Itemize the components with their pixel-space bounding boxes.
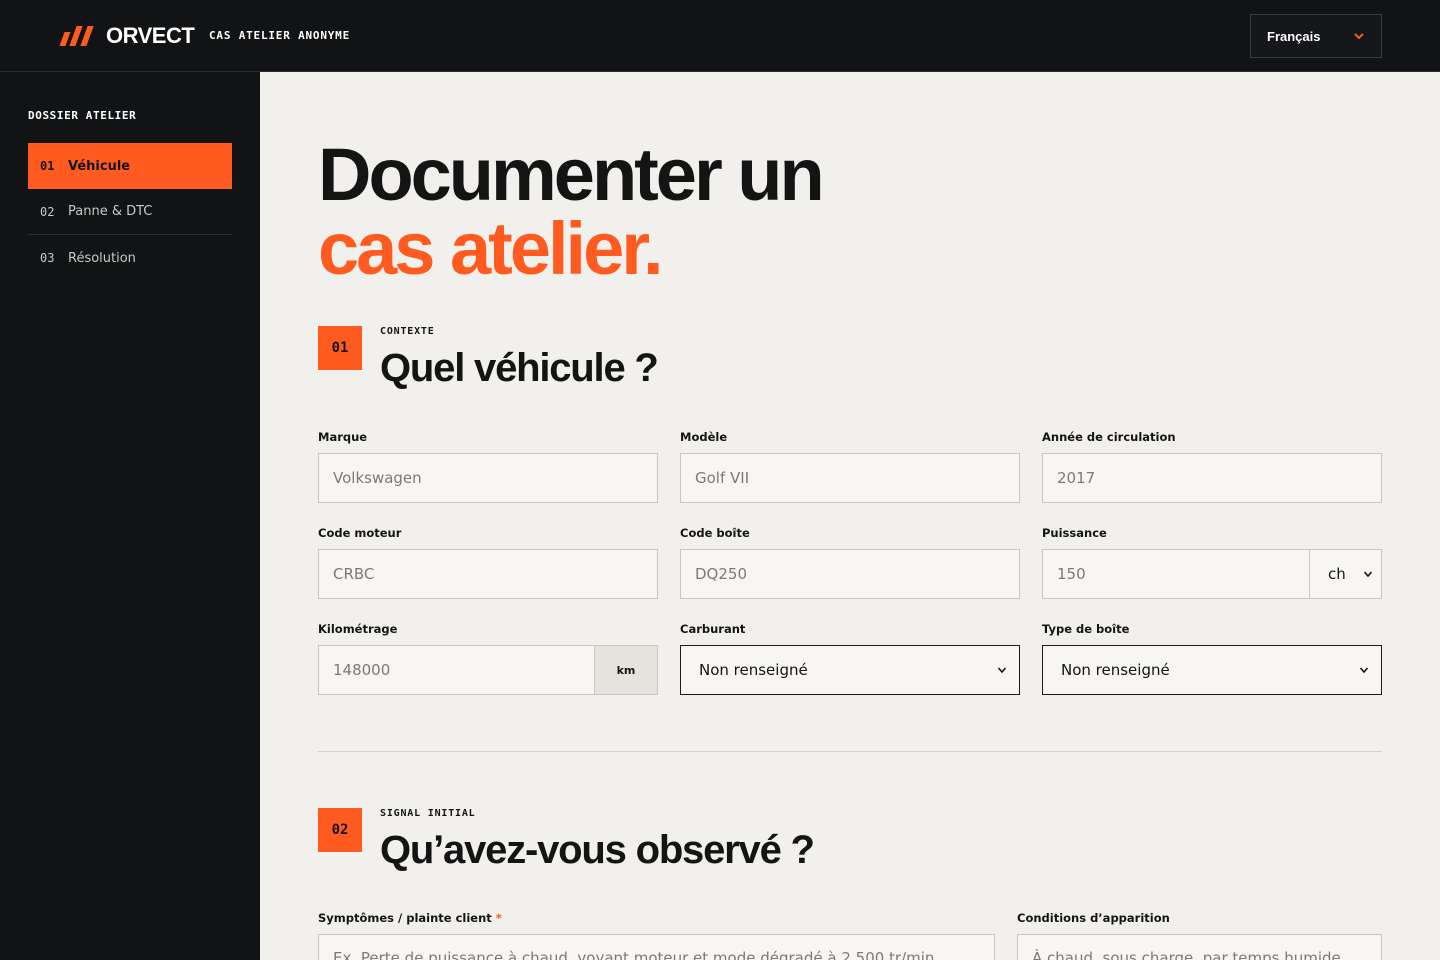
step-badge: 01: [318, 326, 362, 370]
fuel-label: Carburant: [680, 622, 746, 636]
conditions-textarea[interactable]: À chaud, sous charge, par temps humide: [1017, 934, 1382, 960]
year-input[interactable]: 2017: [1042, 453, 1382, 503]
app-subtitle: CAS ATELIER ANONYME: [209, 29, 351, 42]
symptoms-textarea[interactable]: Ex. Perte de puissance à chaud, voyant m…: [318, 934, 995, 960]
engine-code-label: Code moteur: [318, 526, 402, 540]
mileage-unit: km: [594, 645, 658, 695]
page-title-line-1: Documenter un: [318, 133, 825, 216]
model-label: Modèle: [680, 430, 728, 444]
section-title: Quel véhicule ?: [380, 346, 659, 390]
symptoms-label-text: Symptômes / plainte client: [318, 911, 492, 925]
section-kicker: CONTEXTE: [380, 326, 435, 337]
gearbox-type-select-value: Non renseigné: [1061, 661, 1170, 679]
power-label: Puissance: [1042, 526, 1107, 540]
chevron-down-icon: [1359, 667, 1369, 674]
section-divider: [318, 751, 1382, 752]
language-select[interactable]: Français: [1250, 14, 1382, 58]
sidebar-nav: 01 Véhicule 02 Panne & DTC 03 Résolution: [28, 143, 232, 281]
sidebar-item-panne-dtc[interactable]: 02 Panne & DTC: [28, 189, 232, 235]
gearbox-code-input[interactable]: DQ250: [680, 549, 1020, 599]
sidebar-item-number: 01: [40, 159, 55, 173]
section-kicker: SIGNAL INITIAL: [380, 808, 476, 819]
language-select-value: Français: [1267, 28, 1321, 44]
mileage-input[interactable]: 148000: [318, 645, 595, 695]
sidebar-item-label: Panne & DTC: [68, 204, 153, 219]
main-content: Documenter un cas atelier. 01 CONTEXTE Q…: [260, 72, 1440, 960]
sidebar-item-resolution[interactable]: 03 Résolution: [28, 235, 232, 281]
logo[interactable]: ORVECT: [59, 22, 195, 50]
sidebar-item-label: Résolution: [68, 250, 136, 266]
section-title: Qu’avez-vous observé ?: [380, 828, 815, 872]
step-badge: 02: [318, 808, 362, 852]
gearbox-code-label: Code boîte: [680, 526, 750, 540]
brand-label: Marque: [318, 430, 368, 444]
fuel-select-value: Non renseigné: [699, 661, 808, 679]
engine-code-input[interactable]: CRBC: [318, 549, 658, 599]
sidebar: DOSSIER ATELIER 01 Véhicule 02 Panne & D…: [0, 72, 260, 960]
chevron-down-icon: [1363, 571, 1373, 578]
page-title-line-2: cas atelier.: [318, 207, 664, 290]
power-unit-select[interactable]: ch: [1309, 549, 1382, 599]
year-label: Année de circulation: [1042, 430, 1176, 444]
gearbox-type-select[interactable]: Non renseigné: [1042, 645, 1382, 695]
logo-text: ORVECT: [106, 23, 195, 48]
required-mark: *: [495, 911, 502, 925]
sidebar-item-number: 02: [40, 204, 55, 219]
mileage-label: Kilométrage: [318, 622, 398, 636]
gearbox-type-label: Type de boîte: [1042, 622, 1130, 636]
power-input[interactable]: 150: [1042, 549, 1310, 599]
conditions-label: Conditions d’apparition: [1017, 911, 1170, 925]
model-input[interactable]: Golf VII: [680, 453, 1020, 503]
symptoms-label: Symptômes / plainte client *: [318, 911, 502, 925]
fuel-select[interactable]: Non renseigné: [680, 645, 1020, 695]
sidebar-item-label: Véhicule: [68, 158, 131, 174]
page-title: Documenter un cas atelier.: [318, 133, 825, 290]
brand-input[interactable]: Volkswagen: [318, 453, 658, 503]
power-unit-value: ch: [1328, 565, 1346, 583]
chevron-down-icon: [1354, 33, 1364, 40]
logo-mark-icon: [59, 24, 94, 48]
top-bar: ORVECT CAS ATELIER ANONYME Français: [0, 0, 1440, 72]
chevron-down-icon: [997, 667, 1007, 674]
sidebar-item-vehicule[interactable]: 01 Véhicule: [28, 143, 232, 189]
sidebar-title: DOSSIER ATELIER: [28, 109, 137, 122]
sidebar-item-number: 03: [40, 251, 55, 265]
